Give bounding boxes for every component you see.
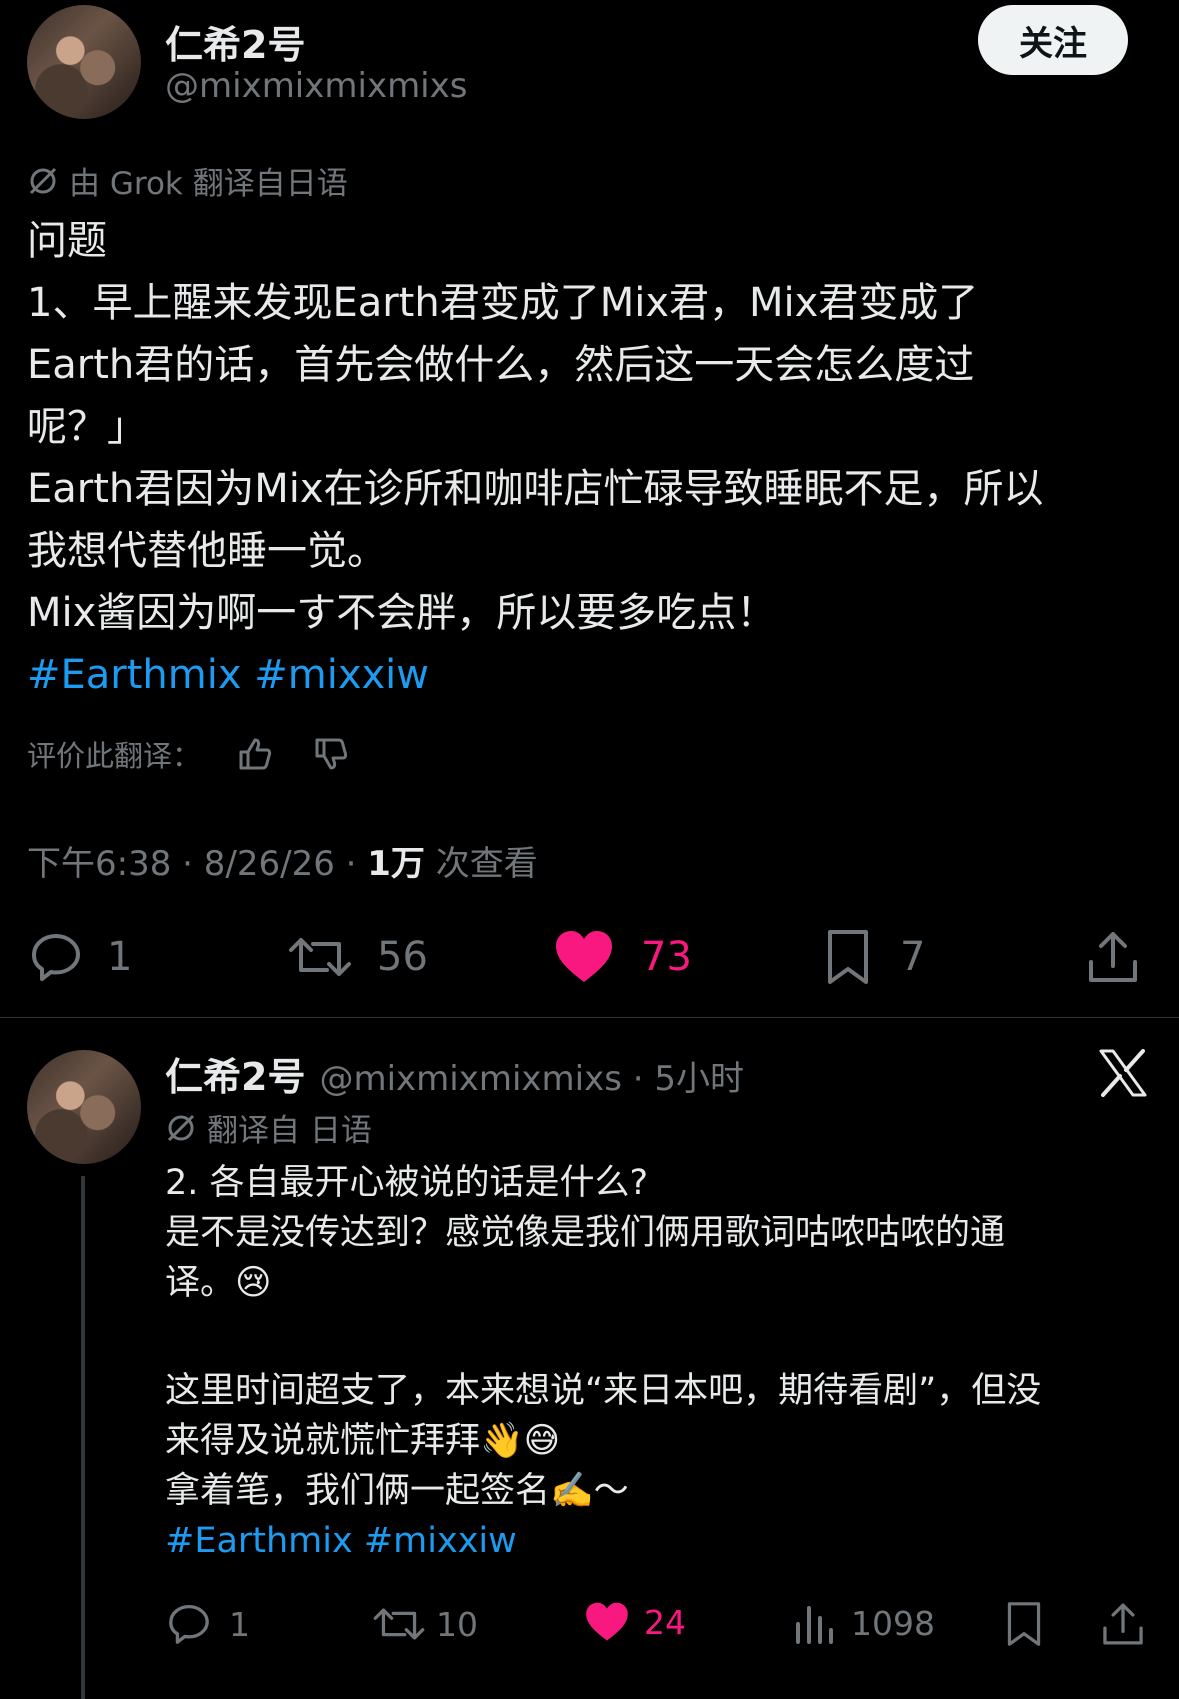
reply-share-action[interactable] xyxy=(1100,1600,1146,1648)
reply-author-name[interactable]: 仁希2号 xyxy=(165,1046,305,1101)
reply-like-action[interactable]: 24 xyxy=(584,1600,686,1644)
translation-note: 由 Grok 翻译自日语 xyxy=(27,158,348,203)
tweet-line: 问题 xyxy=(27,218,107,264)
tweet-meta: 下午6:38 · 8/26/26 · 1万 次查看 xyxy=(27,836,538,885)
tweet-line: 1、早上醒来发现Earth君变成了Mix君，Mix君变成了 xyxy=(27,280,979,326)
retweet-count: 56 xyxy=(377,934,428,980)
reply-count: 1 xyxy=(107,934,133,980)
reply-line: 拿着笔，我们俩一起签名✍️～ xyxy=(165,1471,629,1511)
share-action[interactable] xyxy=(1085,928,1141,986)
tweet-line: Mix酱因为啊一す不会胖，所以要多吃点！ xyxy=(27,590,777,636)
reply-views-count: 1098 xyxy=(851,1603,935,1643)
follow-button[interactable]: 关注 xyxy=(978,5,1128,75)
bookmark-icon xyxy=(828,930,868,984)
heart-icon xyxy=(556,931,612,982)
reply-avatar[interactable] xyxy=(27,1050,141,1164)
share-icon xyxy=(1103,1603,1143,1645)
reply-line: 2. 各自最开心被说的话是什么? xyxy=(165,1163,649,1203)
reply-like-count: 24 xyxy=(644,1602,686,1642)
reply-action[interactable]: 1 xyxy=(27,928,132,986)
rate-translation: 评价此翻译： xyxy=(27,733,351,775)
author-name[interactable]: 仁希2号 xyxy=(165,14,305,69)
thumbs-up-icon[interactable] xyxy=(235,734,275,774)
thread-line xyxy=(81,1176,85,1699)
reply-translation-note: 翻译自 日语 xyxy=(165,1105,372,1150)
author-avatar[interactable] xyxy=(27,5,141,119)
reply-retweet-action[interactable]: 10 xyxy=(372,1600,478,1648)
tweet-hashtags[interactable]: #Earthmix #mixxiw xyxy=(27,644,1157,706)
tweet-line: 我想代替他睡一觉。 xyxy=(27,528,387,574)
tweet-line: 呢？」 xyxy=(27,404,147,450)
like-count: 73 xyxy=(641,934,692,980)
grok-icon xyxy=(29,167,57,194)
reply-views-action[interactable]: 1098 xyxy=(793,1600,935,1646)
thumbs-down-icon[interactable] xyxy=(311,734,351,774)
heart-icon xyxy=(586,1602,628,1641)
reply-retweet-count: 10 xyxy=(436,1604,478,1644)
tweet-line: Earth君的话，首先会做什么，然后这一天会怎么度过 xyxy=(27,342,975,388)
retweet-icon xyxy=(289,938,351,976)
reply-line: 来得及说就慌忙拜拜👋😅 xyxy=(165,1421,561,1461)
reply-reply-count: 1 xyxy=(229,1604,250,1644)
translation-note-text: 由 Grok 翻译自日语 xyxy=(69,166,348,202)
divider xyxy=(0,1017,1179,1018)
reply-line xyxy=(165,1308,1155,1366)
author-handle[interactable]: @mixmixmixmixs xyxy=(165,66,467,106)
grok-icon xyxy=(167,1114,195,1141)
views-count: 1万 xyxy=(367,844,425,884)
share-icon xyxy=(1089,932,1137,982)
reply-hashtags[interactable]: #Earthmix #mixxiw xyxy=(165,1516,1155,1566)
tweet-time[interactable]: 下午6:38 · 8/26/26 · xyxy=(27,844,367,884)
x-logo-icon[interactable] xyxy=(1098,1048,1148,1098)
reply-line: 译。😢 xyxy=(165,1263,272,1303)
reply-line: 是不是没传达到？感觉像是我们俩用歌词咕哝咕哝的通 xyxy=(165,1213,1006,1253)
tweet-body: 问题 1、早上醒来发现Earth君变成了Mix君，Mix君变成了 Earth君的… xyxy=(27,210,1157,706)
analytics-icon xyxy=(796,1606,833,1644)
tweet-line: Earth君因为Mix在诊所和咖啡店忙碌导致睡眠不足，所以 xyxy=(27,466,1044,512)
reply-header: 仁希2号 @mixmixmixmixs · 5小时 xyxy=(165,1046,744,1101)
bookmark-action[interactable]: 7 xyxy=(822,928,925,986)
reply-author-handle[interactable]: @mixmixmixmixs · 5小时 xyxy=(319,1051,744,1100)
rate-translation-label: 评价此翻译： xyxy=(27,739,202,773)
reply-body: 2. 各自最开心被说的话是什么? 是不是没传达到？感觉像是我们俩用歌词咕哝咕哝的… xyxy=(165,1158,1155,1566)
views-label: 次查看 xyxy=(424,844,538,884)
retweet-action[interactable]: 56 xyxy=(287,928,428,986)
reply-bookmark-action[interactable] xyxy=(1003,1600,1045,1648)
reply-icon xyxy=(169,1604,209,1644)
reply-translation-note-text: 翻译自 日语 xyxy=(207,1113,372,1149)
reply-line: 这里时间超支了，本来想说“来日本吧，期待看剧”，但没 xyxy=(165,1371,1042,1411)
reply-reply-action[interactable]: 1 xyxy=(165,1600,250,1648)
bookmark-count: 7 xyxy=(900,934,926,980)
reply-icon xyxy=(32,934,80,981)
retweet-icon xyxy=(373,1608,425,1640)
like-action[interactable]: 73 xyxy=(553,928,692,986)
bookmark-icon xyxy=(1007,1602,1041,1646)
